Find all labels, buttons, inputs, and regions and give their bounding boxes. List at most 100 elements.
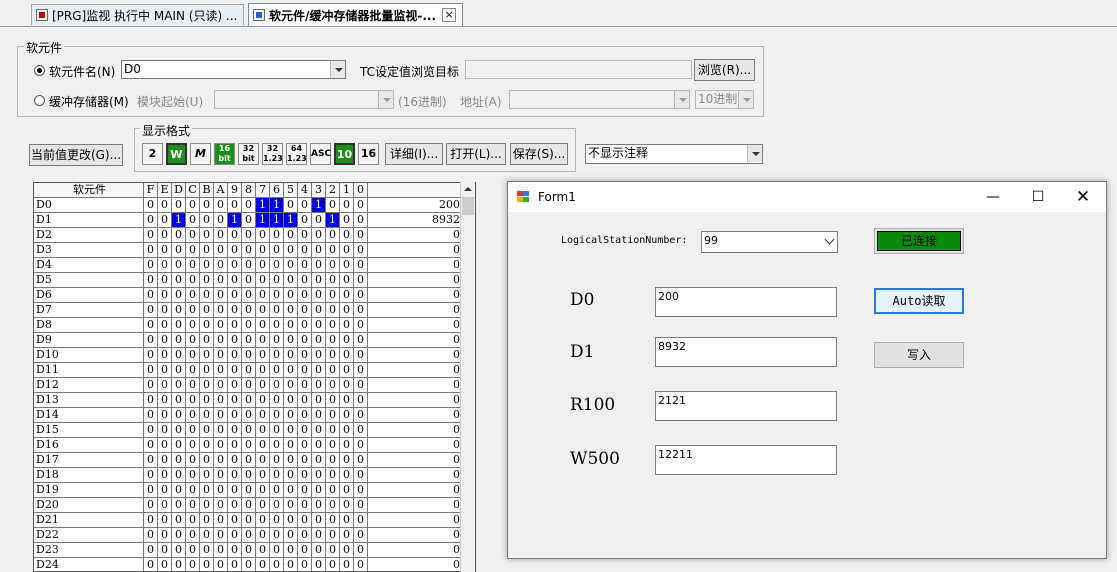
bit-cell[interactable]: 0 bbox=[200, 318, 214, 333]
bit-cell[interactable]: 0 bbox=[200, 348, 214, 363]
chevron-down-icon[interactable] bbox=[824, 234, 835, 245]
bit-cell[interactable]: 0 bbox=[326, 558, 340, 571]
bit-cell[interactable]: 0 bbox=[214, 543, 228, 558]
bit-cell[interactable]: 0 bbox=[340, 333, 354, 348]
bit-cell[interactable]: 0 bbox=[144, 423, 158, 438]
bit-cell[interactable]: 0 bbox=[256, 498, 270, 513]
bit-cell[interactable]: 0 bbox=[186, 258, 200, 273]
bit-cell[interactable]: 0 bbox=[228, 558, 242, 571]
bit-cell[interactable]: 0 bbox=[158, 423, 172, 438]
bit-cell[interactable]: 0 bbox=[172, 528, 186, 543]
form1-title-bar[interactable]: Form1 — ☐ ✕ bbox=[508, 182, 1106, 212]
bit-cell[interactable]: 0 bbox=[312, 468, 326, 483]
bit-cell[interactable]: 0 bbox=[158, 363, 172, 378]
bit-cell[interactable]: 0 bbox=[200, 408, 214, 423]
bit-cell[interactable]: 0 bbox=[172, 543, 186, 558]
bit-cell[interactable]: 0 bbox=[200, 558, 214, 571]
bit-cell[interactable]: 0 bbox=[270, 258, 284, 273]
bit-cell[interactable]: 0 bbox=[298, 273, 312, 288]
bit-cell[interactable]: 0 bbox=[340, 423, 354, 438]
bit-cell[interactable]: 0 bbox=[312, 438, 326, 453]
close-icon[interactable]: ✕ bbox=[1060, 182, 1106, 212]
scroll-thumb[interactable] bbox=[462, 198, 474, 215]
bit-cell[interactable]: 0 bbox=[270, 363, 284, 378]
bit-cell[interactable]: 0 bbox=[312, 228, 326, 243]
format-ascii-button[interactable]: ASC bbox=[310, 143, 331, 165]
bit-cell[interactable]: 0 bbox=[158, 348, 172, 363]
bit-cell[interactable]: 0 bbox=[284, 483, 298, 498]
bit-cell[interactable]: 0 bbox=[200, 198, 214, 213]
bit-cell[interactable]: 0 bbox=[144, 513, 158, 528]
bit-cell[interactable]: 0 bbox=[186, 318, 200, 333]
bit-cell[interactable]: 0 bbox=[340, 408, 354, 423]
bit-cell[interactable]: 0 bbox=[172, 198, 186, 213]
bit-cell[interactable]: 0 bbox=[298, 408, 312, 423]
bit-cell[interactable]: 0 bbox=[242, 333, 256, 348]
bit-cell[interactable]: 0 bbox=[298, 438, 312, 453]
bit-cell[interactable]: 0 bbox=[298, 378, 312, 393]
device-value-cell[interactable]: 0 bbox=[368, 258, 465, 273]
bit-cell[interactable]: 0 bbox=[354, 228, 368, 243]
device-value-cell[interactable]: 0 bbox=[368, 558, 465, 571]
bit-cell[interactable]: 0 bbox=[312, 513, 326, 528]
bit-cell[interactable]: 0 bbox=[158, 318, 172, 333]
bit-cell[interactable]: 0 bbox=[158, 558, 172, 571]
device-value-cell[interactable]: 0 bbox=[368, 318, 465, 333]
bit-cell[interactable]: 0 bbox=[326, 423, 340, 438]
bit-cell[interactable]: 0 bbox=[214, 558, 228, 571]
bit-cell[interactable]: 0 bbox=[242, 483, 256, 498]
bit-cell[interactable]: 0 bbox=[242, 528, 256, 543]
bit-cell[interactable]: 0 bbox=[214, 198, 228, 213]
bit-cell[interactable]: 0 bbox=[214, 453, 228, 468]
table-row[interactable]: D1 0 0 1 0 0 0 1 0 1 1 1 0 0 1 0 0 8932 bbox=[34, 213, 465, 228]
bit-cell[interactable]: 1 bbox=[256, 213, 270, 228]
bit-cell[interactable]: 0 bbox=[242, 378, 256, 393]
table-row[interactable]: D8 0 0 0 0 0 0 0 0 0 0 0 0 0 0 0 0 0 bbox=[34, 318, 465, 333]
bit-cell[interactable]: 0 bbox=[326, 288, 340, 303]
bit-cell[interactable]: 0 bbox=[200, 258, 214, 273]
bit-cell[interactable]: 0 bbox=[144, 468, 158, 483]
bit-cell[interactable]: 0 bbox=[340, 363, 354, 378]
current-value-change-button[interactable]: 当前值更改(G)... bbox=[29, 144, 123, 166]
bit-cell[interactable]: 0 bbox=[186, 198, 200, 213]
format-word-button[interactable]: W bbox=[166, 143, 187, 165]
bit-cell[interactable]: 0 bbox=[326, 228, 340, 243]
browse-button[interactable]: 浏览(R)... bbox=[694, 59, 755, 81]
bit-cell[interactable]: 0 bbox=[242, 228, 256, 243]
bit-cell[interactable]: 0 bbox=[186, 453, 200, 468]
bit-cell[interactable]: 0 bbox=[326, 198, 340, 213]
bit-cell[interactable]: 0 bbox=[312, 393, 326, 408]
bit-cell[interactable]: 0 bbox=[158, 453, 172, 468]
bit-cell[interactable]: 0 bbox=[340, 198, 354, 213]
bit-cell[interactable]: 0 bbox=[284, 303, 298, 318]
bit-cell[interactable]: 0 bbox=[186, 423, 200, 438]
bit-cell[interactable]: 0 bbox=[158, 243, 172, 258]
bit-cell[interactable]: 0 bbox=[256, 453, 270, 468]
format-binary-button[interactable]: 2 bbox=[142, 143, 163, 165]
bit-cell[interactable]: 0 bbox=[312, 378, 326, 393]
bit-cell[interactable]: 0 bbox=[354, 423, 368, 438]
bit-cell[interactable]: 0 bbox=[326, 543, 340, 558]
bit-cell[interactable]: 0 bbox=[298, 348, 312, 363]
bit-cell[interactable]: 0 bbox=[214, 213, 228, 228]
format-decimal-button[interactable]: 10 bbox=[334, 143, 355, 165]
bit-cell[interactable]: 0 bbox=[270, 318, 284, 333]
bit-cell[interactable]: 0 bbox=[256, 303, 270, 318]
bit-cell[interactable]: 0 bbox=[256, 258, 270, 273]
d1-value-field[interactable]: 8932 bbox=[655, 337, 837, 367]
bit-cell[interactable]: 0 bbox=[256, 528, 270, 543]
bit-cell[interactable]: 0 bbox=[242, 498, 256, 513]
bit-cell[interactable]: 0 bbox=[186, 243, 200, 258]
bit-cell[interactable]: 0 bbox=[242, 318, 256, 333]
bit-cell[interactable]: 0 bbox=[200, 333, 214, 348]
device-value-cell[interactable]: 0 bbox=[368, 243, 465, 258]
bit-cell[interactable]: 0 bbox=[228, 228, 242, 243]
bit-cell[interactable]: 0 bbox=[284, 423, 298, 438]
bit-cell[interactable]: 0 bbox=[354, 363, 368, 378]
bit-cell[interactable]: 0 bbox=[354, 333, 368, 348]
bit-cell[interactable]: 0 bbox=[228, 333, 242, 348]
bit-cell[interactable]: 0 bbox=[270, 528, 284, 543]
bit-cell[interactable]: 0 bbox=[270, 423, 284, 438]
bit-cell[interactable]: 0 bbox=[242, 273, 256, 288]
bit-cell[interactable]: 0 bbox=[144, 228, 158, 243]
